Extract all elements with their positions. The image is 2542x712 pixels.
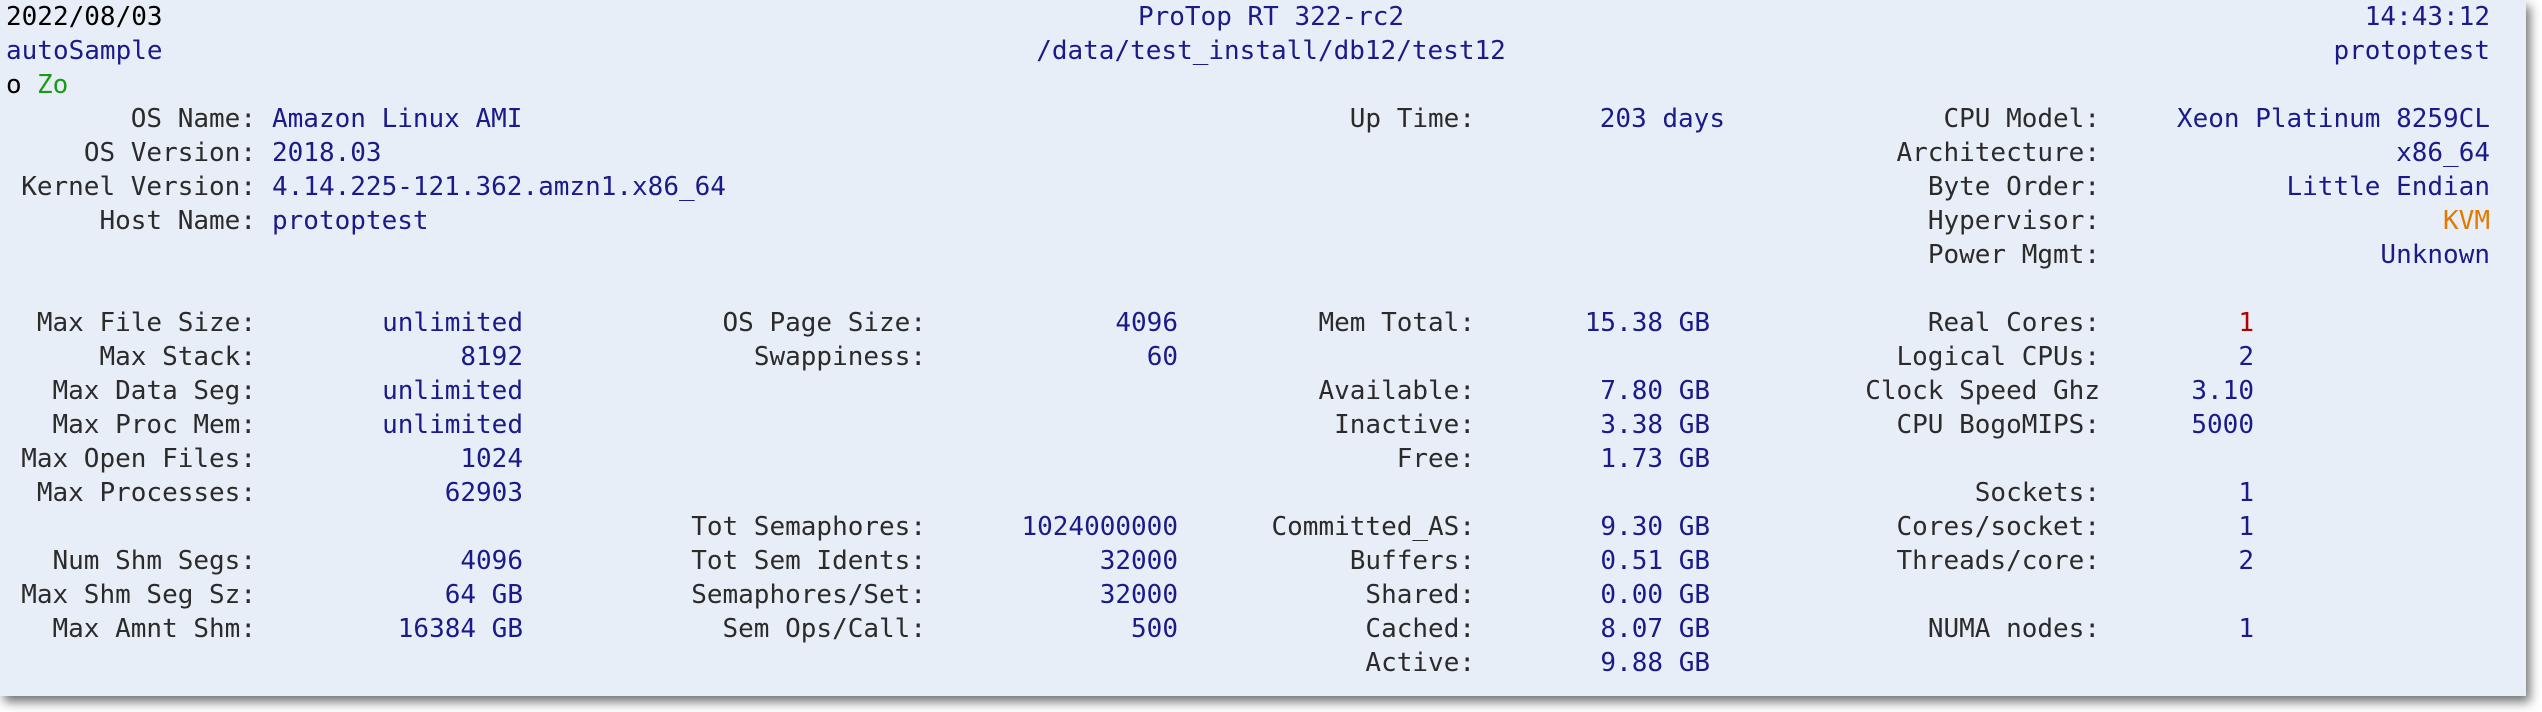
max-shm-seg-sz-label: Max Shm Seg Sz: (21, 580, 256, 610)
cpu-bogomips-value: 5000 (2191, 410, 2254, 440)
mem-free-value: 1.73 GB (1600, 444, 1710, 474)
os-name-label: OS Name: (130, 104, 256, 134)
mem-shared-label: Shared: (1365, 580, 1475, 610)
mem-committed-value: 9.30 GB (1600, 512, 1710, 542)
tot-semaphores-value: 1024000000 (1021, 512, 1178, 542)
swappiness-value: 60 (1146, 342, 1178, 372)
mem-available-value: 7.80 GB (1600, 376, 1710, 406)
clock-speed-value: 3.10 (2191, 376, 2254, 406)
mem-buffers-label: Buffers: (1349, 546, 1475, 576)
cores-per-socket-value: 1 (2238, 512, 2254, 542)
max-file-size-label: Max File Size: (36, 308, 256, 338)
header-path: /data/test_install/db12/test12 (1036, 36, 1506, 66)
mem-inactive-value: 3.38 GB (1600, 410, 1710, 440)
tot-semaphores-label: Tot Semaphores: (691, 512, 926, 542)
cores-per-socket-label: Cores/socket: (1896, 512, 2101, 542)
os-page-size-label: OS Page Size: (722, 308, 927, 338)
max-shm-seg-sz-value: 64 GB (444, 580, 523, 610)
max-stack-value: 8192 (460, 342, 523, 372)
max-file-size-value: unlimited (382, 308, 523, 338)
header-time: 14:43:12 (2364, 2, 2490, 32)
sockets-value: 1 (2238, 478, 2254, 508)
max-data-seg-label: Max Data Seg: (52, 376, 257, 406)
semaphores-per-set-label: Semaphores/Set: (691, 580, 926, 610)
os-version-label: OS Version: (83, 138, 256, 168)
header-date: 2022/08/03 (6, 2, 163, 32)
header-host: protoptest (2333, 36, 2490, 66)
kernel-version-label: Kernel Version: (21, 172, 256, 202)
mem-inactive-label: Inactive: (1334, 410, 1475, 440)
logical-cpus-value: 2 (2238, 342, 2254, 372)
byte-order-value: Little Endian (2286, 172, 2491, 202)
header-title: ProTop RT 322-rc2 (1137, 2, 1405, 32)
max-stack-label: Max Stack: (99, 342, 256, 372)
semaphores-per-set-value: 32000 (1099, 580, 1178, 610)
max-open-files-label: Max Open Files: (21, 444, 256, 474)
power-mgmt-label: Power Mgmt: (1927, 240, 2100, 270)
max-proc-mem-value: unlimited (382, 410, 523, 440)
numa-nodes-value: 1 (2238, 614, 2254, 644)
threads-per-core-value: 2 (2238, 546, 2254, 576)
uptime-label: Up Time: (1349, 104, 1475, 134)
cpu-model-value: Xeon Platinum 8259CL (2176, 104, 2490, 134)
mem-total-value: 15.38 GB (1584, 308, 1710, 338)
logical-cpus-label: Logical CPUs: (1896, 342, 2101, 372)
sem-ops-per-call-label: Sem Ops/Call: (722, 614, 927, 644)
uptime-value: 203 days (1599, 104, 1725, 134)
host-name-label: Host Name: (99, 206, 256, 236)
host-name-value: protoptest (272, 206, 429, 236)
mem-active-label: Active: (1365, 648, 1475, 678)
threads-per-core-label: Threads/core: (1896, 546, 2101, 576)
hypervisor-label: Hypervisor: (1927, 206, 2100, 236)
mem-cached-label: Cached: (1365, 614, 1475, 644)
max-amnt-shm-label: Max Amnt Shm: (52, 614, 257, 644)
os-page-size-value: 4096 (1115, 308, 1178, 338)
swappiness-label: Swappiness: (753, 342, 926, 372)
max-data-seg-value: unlimited (382, 376, 523, 406)
cpu-bogomips-label: CPU BogoMIPS: (1896, 410, 2101, 440)
mem-active-value: 9.88 GB (1600, 648, 1710, 678)
mem-cached-value: 8.07 GB (1600, 614, 1710, 644)
sem-ops-per-call-value: 500 (1131, 614, 1178, 644)
max-amnt-shm-value: 16384 GB (397, 614, 523, 644)
command-zo: Zo (37, 70, 69, 100)
cpu-model-label: CPU Model: (1943, 104, 2100, 134)
mem-available-label: Available: (1318, 376, 1475, 406)
architecture-value: x86_64 (2396, 138, 2490, 168)
mem-total-label: Mem Total: (1318, 308, 1475, 338)
sockets-label: Sockets: (1974, 478, 2100, 508)
os-name-value: Amazon Linux AMI (272, 104, 523, 134)
os-version-value: 2018.03 (272, 138, 382, 168)
clock-speed-label: Clock Speed Ghz (1865, 376, 2100, 406)
tot-sem-idents-label: Tot Sem Idents: (691, 546, 926, 576)
hypervisor-value: KVM (2443, 206, 2490, 236)
tot-sem-idents-value: 32000 (1099, 546, 1178, 576)
architecture-label: Architecture: (1896, 138, 2101, 168)
terminal-window: 2022/08/03 ProTop RT 322-rc2 14:43:12 au… (0, 0, 2526, 696)
mem-buffers-value: 0.51 GB (1600, 546, 1710, 576)
real-cores-value: 1 (2238, 308, 2254, 338)
byte-order-label: Byte Order: (1927, 172, 2100, 202)
num-shm-segs-value: 4096 (460, 546, 523, 576)
num-shm-segs-label: Num Shm Segs: (52, 546, 257, 576)
kernel-version-value: 4.14.225-121.362.amzn1.x86_64 (272, 172, 726, 202)
power-mgmt-value: Unknown (2380, 240, 2490, 270)
mem-free-label: Free: (1396, 444, 1475, 474)
max-proc-mem-label: Max Proc Mem: (52, 410, 257, 440)
real-cores-label: Real Cores: (1927, 308, 2100, 338)
mem-committed-label: Committed_AS: (1271, 512, 1476, 542)
mem-shared-value: 0.00 GB (1600, 580, 1710, 610)
max-open-files-value: 1024 (460, 444, 523, 474)
command-o: o (6, 70, 22, 100)
max-processes-value: 62903 (444, 478, 523, 508)
header-sample: autoSample (6, 36, 163, 66)
numa-nodes-label: NUMA nodes: (1927, 614, 2100, 644)
max-processes-label: Max Processes: (36, 478, 256, 508)
